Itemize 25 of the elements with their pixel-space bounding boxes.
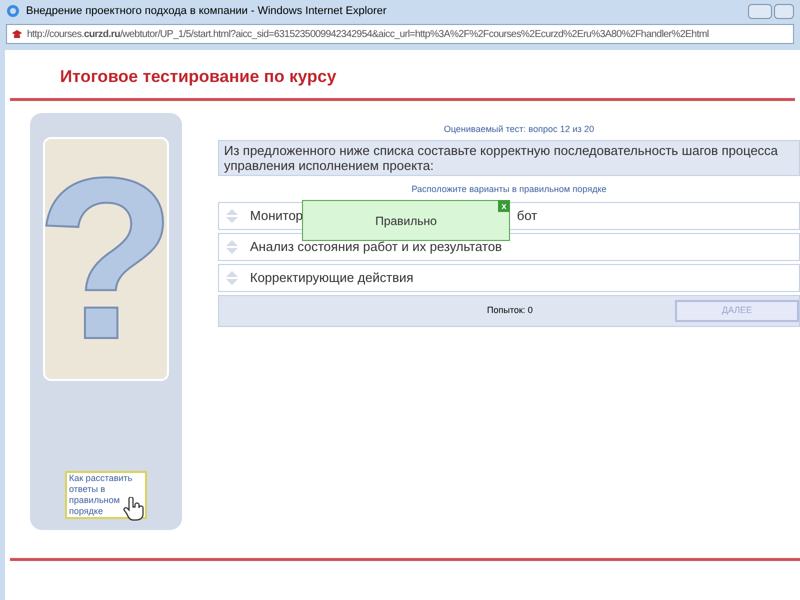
minimize-button[interactable]: [748, 4, 772, 18]
maximize-button[interactable]: [774, 4, 794, 18]
hand-cursor-icon: [123, 497, 145, 521]
address-bar[interactable]: http://courses.curzd.ru/webtutor/UP_1/5/start.html?aicc_sid=6315235009942342954&aicc_url=http%3A%2F%2Fcourses%2Ecurzd%2Eru%3A80%2Fhandler%2Ehtml: [6, 24, 794, 44]
answer-option[interactable]: Анализ состояния работ и их результатов: [218, 233, 800, 261]
reorder-icon: [225, 208, 239, 224]
question-text: Из предложенного ниже списка составьте корректную последовательность шагов процесса управления исполнением проекта:: [224, 142, 779, 172]
option-text: Анализ состояния работ и их результатов: [250, 238, 502, 256]
option-text: Монитор: [250, 207, 303, 226]
option-text: Корректирующие действия: [250, 269, 414, 288]
reorder-icon: [225, 239, 239, 255]
question-mark: ?: [36, 144, 176, 374]
window-title: Внедрение проектного подхода в компании - Windows Internet Explorer: [26, 4, 387, 19]
url-text: http://courses.curzd.ru/webtutor/UP_1/5/start.html?aicc_sid=6315235009942342954&aicc_url=http%3A%2F%2Fcourses%2Ecurzd%2Eru%3A80%2Fhandler%2Ehtml: [27, 28, 709, 42]
reorder-icon: [225, 270, 239, 286]
page-icon: [11, 28, 23, 40]
attempts-text: Попыток: 0: [487, 304, 533, 318]
option-text: бот: [516, 207, 538, 226]
close-button[interactable]: x: [498, 200, 510, 212]
page-heading: Итоговое тестирование по курсу: [60, 67, 336, 86]
feedback-message: Правильно: [375, 212, 437, 230]
progress-text: Оцениваемый тест: вопрос 12 из 20: [444, 123, 594, 136]
browser-icon: [6, 4, 20, 18]
answer-option[interactable]: Корректирующие действия: [218, 264, 800, 292]
instruction-text: Расположите варианты в правильном порядке: [411, 182, 607, 196]
